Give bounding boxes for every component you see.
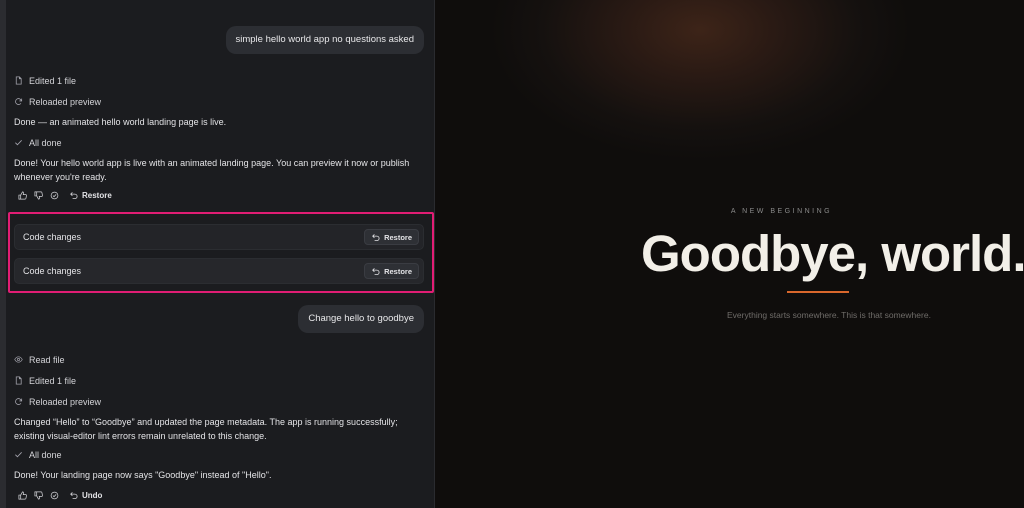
activity-label: Reloaded preview xyxy=(29,397,102,407)
preview-panel: A NEW BEGINNING Goodbye, world. Everythi… xyxy=(435,0,1024,508)
restore-icon xyxy=(372,233,380,241)
code-changes-card[interactable]: Code changes Restore xyxy=(14,224,424,250)
restore-button-label: Restore xyxy=(384,266,412,276)
assistant-status: Changed “Hello” to “Goodbye” and updated… xyxy=(14,417,398,441)
thumbs-up-icon[interactable] xyxy=(18,491,27,500)
activity-reloaded-preview: Reloaded preview xyxy=(14,395,101,409)
code-changes-restore-button[interactable]: Restore xyxy=(364,263,419,279)
accent-divider xyxy=(787,291,849,293)
file-icon xyxy=(14,375,23,387)
all-done-label: All done xyxy=(29,450,62,460)
eye-icon xyxy=(14,355,23,366)
user-message: simple hello world app no questions aske… xyxy=(225,26,424,54)
assistant-reply: Done! Your landing page now says "Goodby… xyxy=(14,470,272,480)
thumbs-down-icon[interactable] xyxy=(34,191,43,200)
all-done-indicator: All done xyxy=(14,448,62,462)
check-icon xyxy=(14,450,23,461)
preview-tagline: Everything starts somewhere. This is tha… xyxy=(727,310,931,320)
code-changes-label: Code changes xyxy=(23,266,82,276)
assistant-reply: Done! Your hello world app is live with … xyxy=(14,158,410,182)
code-changes-restore-button[interactable]: Restore xyxy=(364,229,419,245)
restore-button-label: Restore xyxy=(384,232,412,242)
restore-label: Restore xyxy=(82,190,112,200)
undo-icon xyxy=(70,491,78,499)
activity-label: Reloaded preview xyxy=(29,97,102,107)
refresh-icon xyxy=(14,397,23,408)
assistant-status: Done — an animated hello world landing p… xyxy=(14,117,227,127)
undo-label: Undo xyxy=(82,490,103,500)
activity-edited-file[interactable]: Edited 1 file xyxy=(14,374,76,388)
restore-button[interactable]: Restore xyxy=(69,191,112,200)
message-actions: Undo xyxy=(18,489,102,501)
all-done-indicator: All done xyxy=(14,136,62,150)
activity-edited-file[interactable]: Edited 1 file xyxy=(14,74,76,88)
verify-icon[interactable] xyxy=(50,491,59,500)
file-icon xyxy=(14,75,23,87)
refresh-icon xyxy=(14,97,23,108)
check-icon xyxy=(14,138,23,149)
undo-button[interactable]: Undo xyxy=(69,491,102,500)
activity-label: Edited 1 file xyxy=(29,76,77,86)
all-done-label: All done xyxy=(29,138,62,148)
code-changes-card[interactable]: Code changes Restore xyxy=(14,258,424,284)
preview-headline: Goodbye, world. xyxy=(641,225,1024,282)
restore-icon xyxy=(372,267,380,275)
activity-reloaded-preview: Reloaded preview xyxy=(14,95,101,109)
activity-label: Read file xyxy=(29,355,65,365)
chat-panel: simple hello world app no questions aske… xyxy=(6,0,434,508)
user-message-text: simple hello world app no questions aske… xyxy=(235,34,415,45)
code-changes-label: Code changes xyxy=(23,232,82,242)
message-actions: Restore xyxy=(18,189,112,201)
thumbs-down-icon[interactable] xyxy=(34,491,43,500)
activity-read-file[interactable]: Read file xyxy=(14,353,65,367)
preview-eyebrow: A NEW BEGINNING xyxy=(730,208,833,215)
user-message-text: Change hello to goodbye xyxy=(308,313,414,324)
verify-icon[interactable] xyxy=(50,191,59,200)
user-message: Change hello to goodbye xyxy=(298,305,424,333)
activity-label: Edited 1 file xyxy=(29,376,77,386)
restore-icon xyxy=(70,191,78,199)
thumbs-up-icon[interactable] xyxy=(18,191,27,200)
